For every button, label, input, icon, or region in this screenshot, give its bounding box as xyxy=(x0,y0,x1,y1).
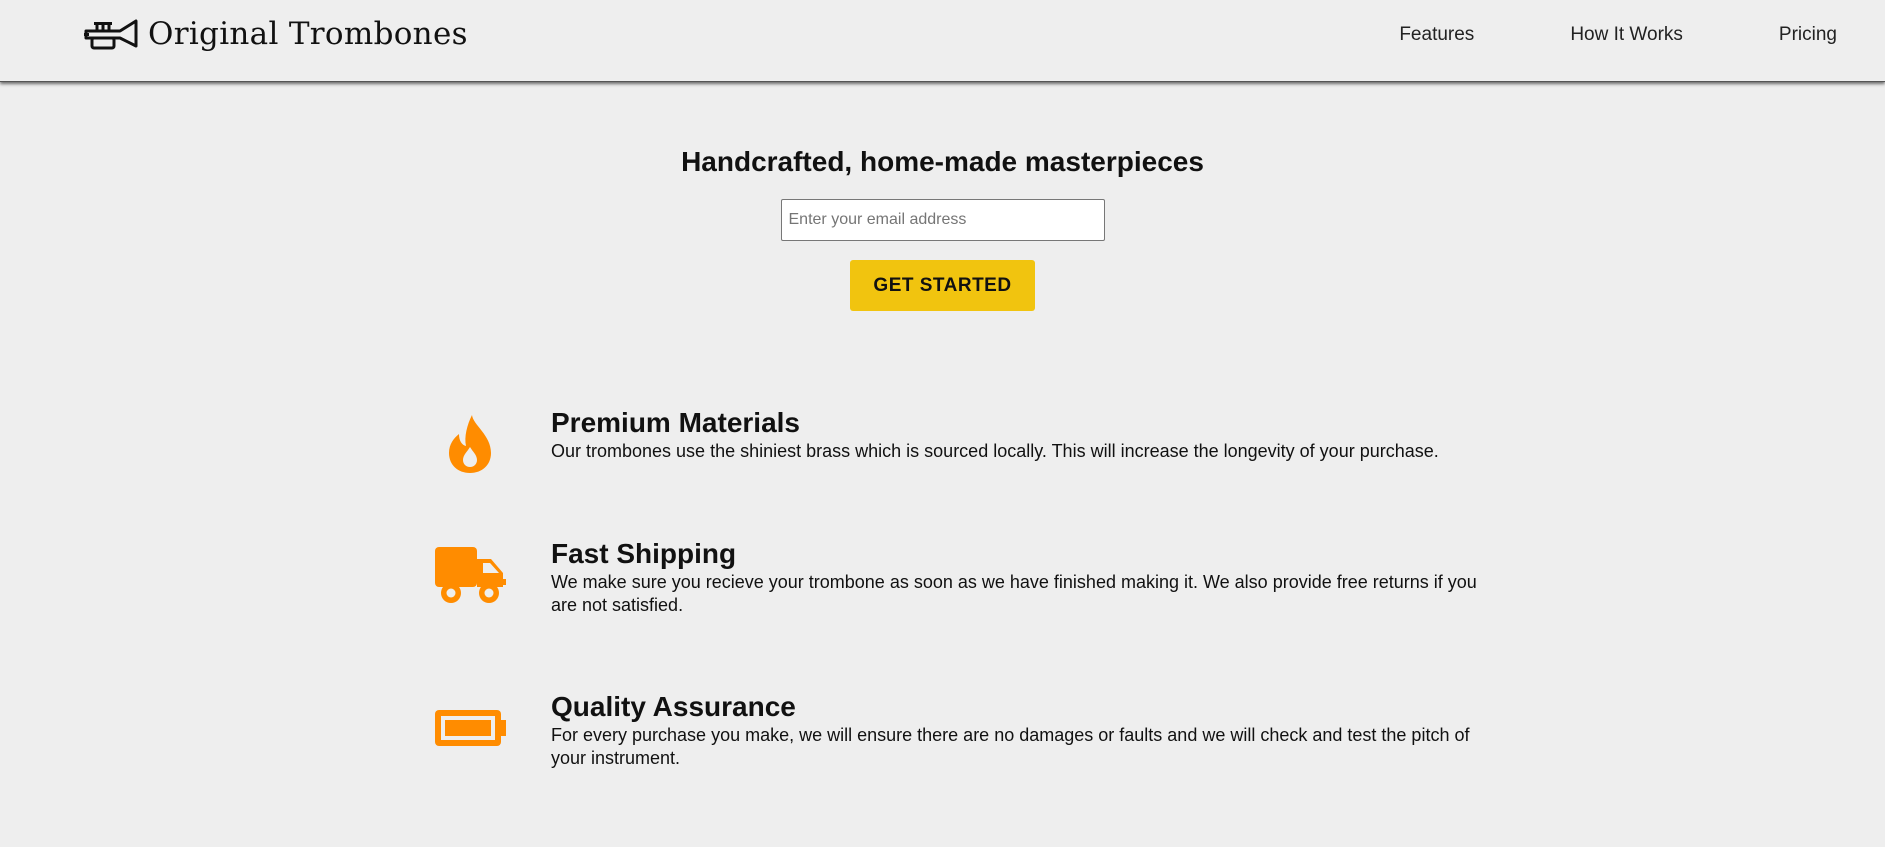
nav-link-how-it-works[interactable]: How It Works xyxy=(1570,24,1683,46)
feature-description: We make sure you recieve your trombone a… xyxy=(551,572,1477,615)
nav-link-features[interactable]: Features xyxy=(1399,24,1474,46)
main-nav: Features How It Works Pricing xyxy=(1399,24,1837,46)
hero-section: Handcrafted, home-made masterpieces GET … xyxy=(0,146,1885,311)
email-input[interactable] xyxy=(780,199,1105,241)
feature-premium-materials: Premium Materials Our trombones use the … xyxy=(432,406,1492,482)
feature-fast-shipping: Fast Shipping We make sure you recieve y… xyxy=(432,537,1492,617)
nav-link-pricing[interactable]: Pricing xyxy=(1779,24,1837,46)
feature-description: For every purchase you make, we will ens… xyxy=(551,725,1470,768)
feature-title: Fast Shipping xyxy=(551,538,737,569)
feature-title: Premium Materials xyxy=(551,407,800,438)
flame-icon xyxy=(432,406,508,482)
site-header: Original Trombones Features How It Works… xyxy=(0,0,1885,82)
feature-quality-assurance: Quality Assurance For every purchase you… xyxy=(432,690,1492,770)
trumpet-icon xyxy=(84,16,138,52)
logo[interactable]: Original Trombones xyxy=(84,16,468,52)
get-started-button[interactable]: GET STARTED xyxy=(850,260,1035,311)
battery-icon xyxy=(432,690,508,766)
logo-text: Original Trombones xyxy=(148,16,468,52)
feature-title: Quality Assurance xyxy=(551,691,796,722)
feature-description: Our trombones use the shiniest brass whi… xyxy=(551,441,1439,461)
hero-title: Handcrafted, home-made masterpieces xyxy=(681,146,1204,177)
truck-icon xyxy=(432,537,508,613)
